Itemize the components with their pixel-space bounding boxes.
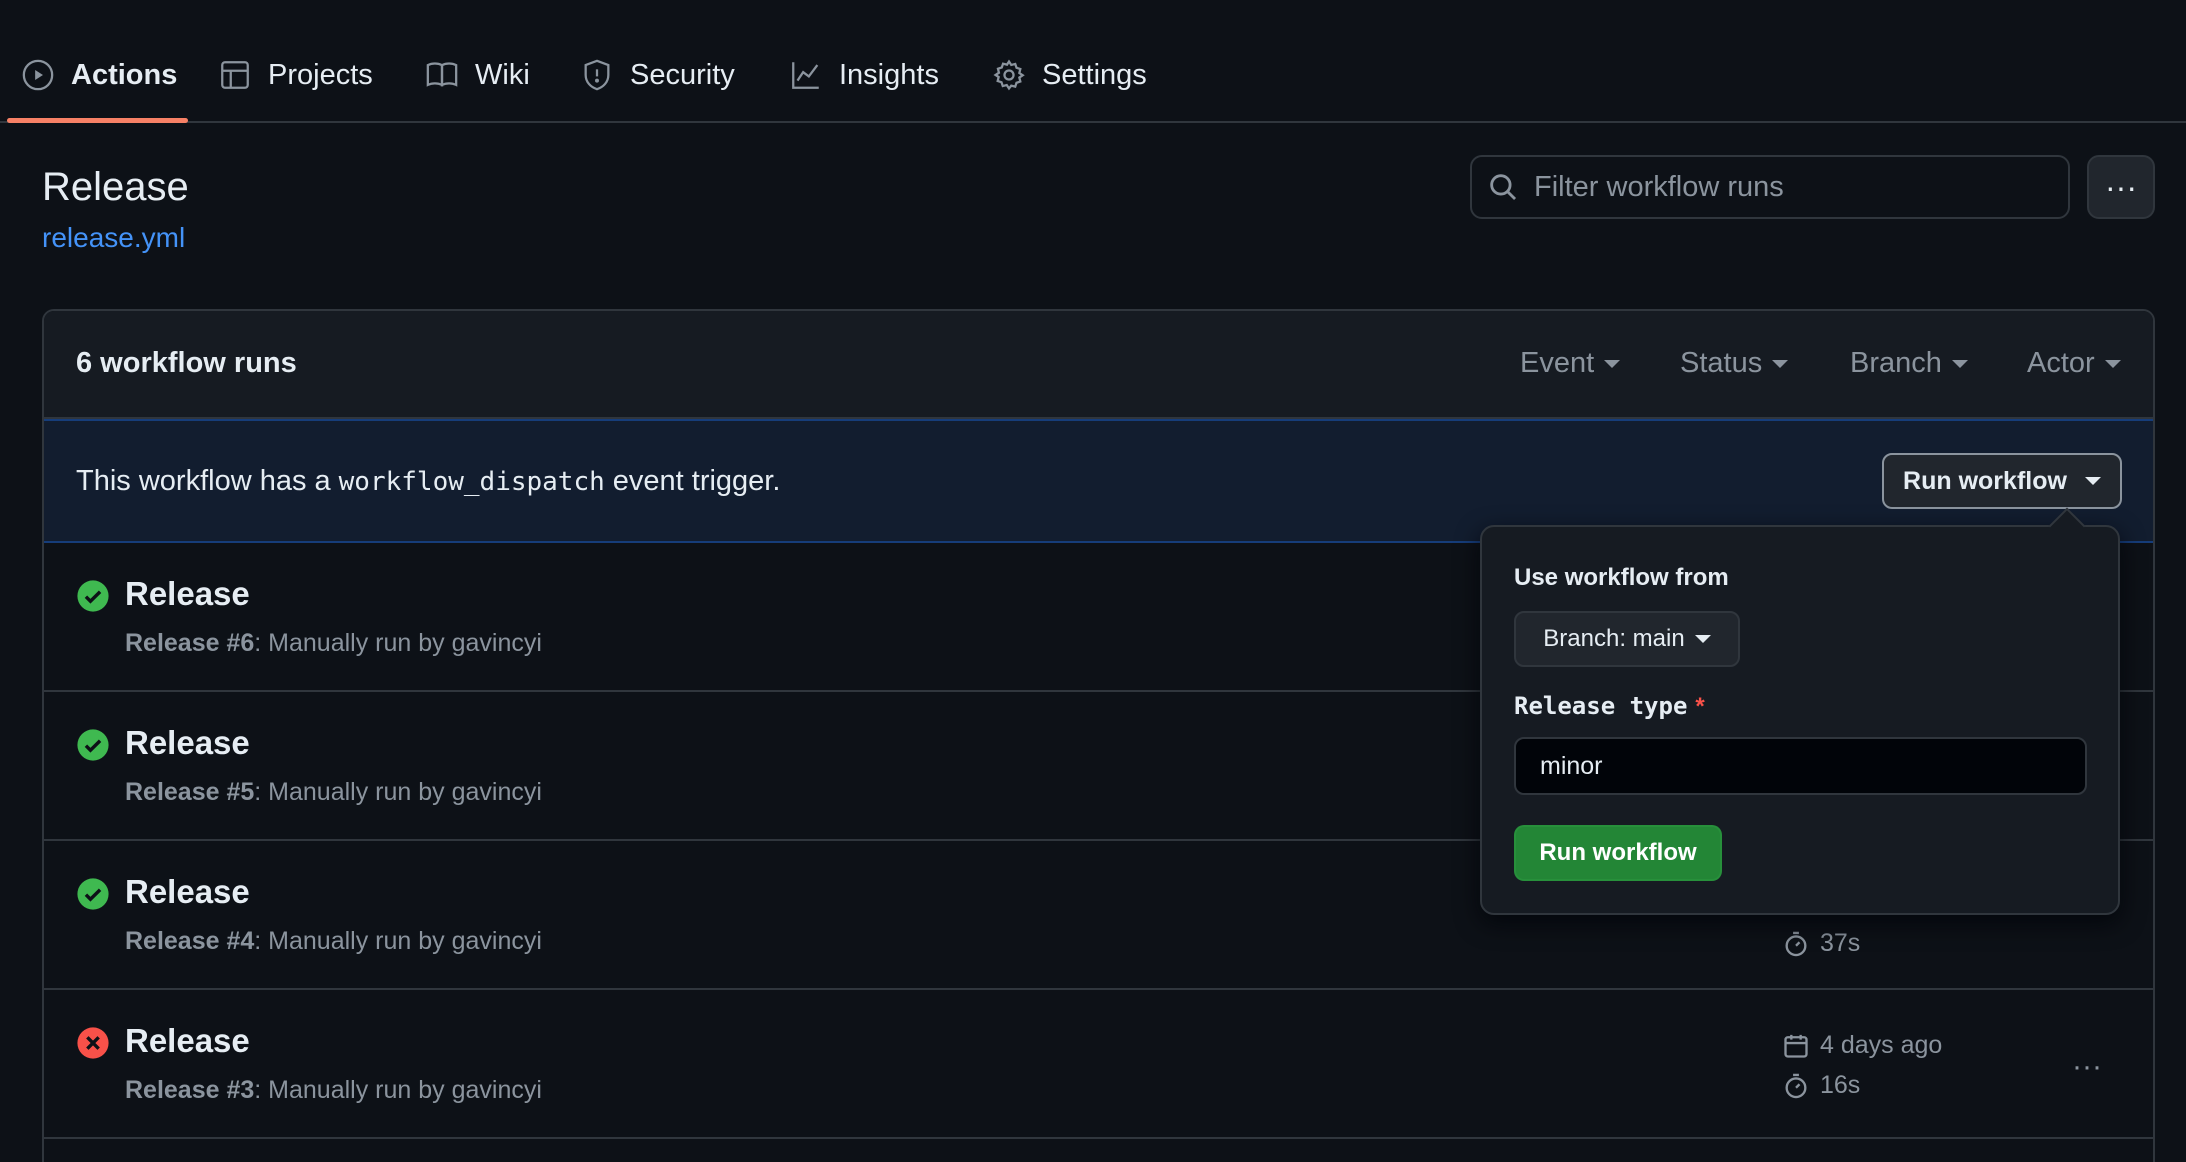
stopwatch-icon bbox=[1785, 1073, 1807, 1098]
run-title[interactable]: Release bbox=[125, 724, 250, 762]
caret-down-icon bbox=[1951, 359, 1968, 368]
field-label-text: Release type bbox=[1514, 692, 1688, 720]
tab-label: Wiki bbox=[475, 58, 530, 91]
gear-icon bbox=[993, 59, 1025, 91]
run-number: Release #5 bbox=[125, 778, 255, 806]
dispatch-text: This workflow has a workflow_dispatch even… bbox=[76, 465, 780, 498]
run-workflow-dropdown-button[interactable]: Run workflow bbox=[1882, 453, 2122, 509]
tab-settings[interactable]: Settings bbox=[992, 50, 1147, 100]
tab-label: Projects bbox=[268, 58, 373, 91]
run-title[interactable]: Release bbox=[125, 1022, 250, 1060]
active-tab-indicator bbox=[7, 118, 188, 123]
shield-icon bbox=[584, 59, 610, 91]
tab-projects[interactable]: Projects bbox=[218, 50, 373, 100]
tab-insights[interactable]: Insights bbox=[789, 50, 939, 100]
branch-select[interactable]: Branch: main bbox=[1514, 611, 1740, 667]
run-trigger: : Manually run by gavincyi bbox=[254, 1076, 542, 1104]
status-filter[interactable]: Status bbox=[1680, 347, 1789, 380]
caret-down-icon bbox=[2084, 477, 2101, 485]
run-trigger: : Manually run by gavincyi bbox=[254, 927, 542, 955]
run-description: Release #5: Manually run by gavincyi bbox=[125, 778, 542, 807]
run-kebab-menu[interactable]: ··· bbox=[2072, 1050, 2102, 1084]
filter-label: Event bbox=[1520, 347, 1595, 379]
book-icon bbox=[426, 62, 458, 87]
filter-label: Actor bbox=[2027, 347, 2095, 379]
search-input[interactable] bbox=[1534, 170, 2054, 204]
tab-security[interactable]: Security bbox=[580, 50, 735, 100]
run-description: Release #3: Manually run by gavincyi bbox=[125, 1076, 542, 1105]
dispatch-suffix: event trigger. bbox=[612, 465, 781, 497]
graph-icon bbox=[792, 62, 819, 89]
runs-count: 6 workflow runs bbox=[76, 347, 297, 379]
success-check-icon bbox=[77, 878, 109, 910]
dispatch-prefix: This workflow has a bbox=[76, 465, 331, 497]
run-date: 4 days ago bbox=[1782, 1031, 1942, 1060]
duration-text: 16s bbox=[1820, 1071, 1861, 1099]
play-icon bbox=[22, 59, 54, 91]
use-workflow-from-label: Use workflow from bbox=[1514, 564, 1729, 591]
caret-down-icon bbox=[1604, 359, 1621, 368]
run-row[interactable]: Release Release #3: Manually run by gavi… bbox=[44, 990, 2153, 1139]
run-workflow-label: Run workflow bbox=[1903, 466, 2067, 495]
success-check-icon bbox=[77, 729, 109, 761]
event-filter[interactable]: Event bbox=[1520, 347, 1621, 380]
run-workflow-submit-button[interactable]: Run workflow bbox=[1514, 825, 1722, 881]
search-icon bbox=[1490, 174, 1517, 201]
date-text: 4 days ago bbox=[1820, 1031, 1943, 1059]
stopwatch-icon bbox=[1785, 931, 1807, 956]
caret-down-icon bbox=[1694, 635, 1711, 643]
tab-label: Actions bbox=[71, 58, 178, 91]
run-number: Release #4 bbox=[125, 927, 255, 955]
run-number: Release #3 bbox=[125, 1076, 255, 1104]
calendar-icon bbox=[1784, 1034, 1808, 1058]
filter-label: Status bbox=[1680, 347, 1763, 379]
run-trigger: : Manually run by gavincyi bbox=[254, 629, 542, 657]
run-number: Release #6 bbox=[125, 629, 255, 657]
duration-text: 37s bbox=[1820, 929, 1861, 957]
tab-label: Insights bbox=[839, 58, 939, 91]
failure-x-icon bbox=[77, 1027, 109, 1059]
tab-wiki[interactable]: Wiki bbox=[425, 50, 530, 100]
success-check-icon bbox=[77, 580, 109, 612]
caret-down-icon bbox=[1772, 359, 1789, 368]
kebab-icon: ··· bbox=[2105, 168, 2137, 205]
run-title[interactable]: Release bbox=[125, 873, 250, 911]
run-duration: 37s bbox=[1782, 929, 1860, 958]
branch-filter[interactable]: Branch bbox=[1850, 347, 1968, 380]
more-options-button[interactable]: ··· bbox=[2087, 155, 2155, 219]
workflow-file-link[interactable]: release.yml bbox=[42, 222, 185, 254]
release-type-label: Release type * bbox=[1514, 692, 1705, 721]
table-icon bbox=[221, 61, 249, 89]
run-trigger: : Manually run by gavincyi bbox=[254, 778, 542, 806]
repo-nav: Actions Projects Wiki Security Insights … bbox=[0, 0, 2186, 123]
dispatch-code: workflow_dispatch bbox=[338, 467, 605, 497]
run-workflow-popover: Use workflow from Branch: main Release t… bbox=[1480, 525, 2120, 915]
tab-label: Settings bbox=[1042, 58, 1147, 91]
tab-label: Security bbox=[630, 58, 735, 91]
caret-down-icon bbox=[2104, 359, 2121, 368]
branch-select-label: Branch: main bbox=[1543, 625, 1685, 652]
release-type-input[interactable] bbox=[1514, 737, 2087, 795]
run-title[interactable]: Release bbox=[125, 575, 250, 613]
run-description: Release #4: Manually run by gavincyi bbox=[125, 927, 542, 956]
run-duration: 16s bbox=[1782, 1071, 1860, 1100]
runs-header: 6 workflow runs Event Status Branch Acto… bbox=[44, 311, 2153, 419]
required-asterisk: * bbox=[1695, 693, 1705, 720]
filter-label: Branch bbox=[1850, 347, 1942, 379]
tab-actions[interactable]: Actions bbox=[21, 50, 177, 100]
page-title: Release bbox=[42, 165, 189, 209]
filter-runs-search[interactable] bbox=[1470, 155, 2070, 219]
run-description: Release #6: Manually run by gavincyi bbox=[125, 629, 542, 658]
actor-filter[interactable]: Actor bbox=[2027, 347, 2121, 380]
